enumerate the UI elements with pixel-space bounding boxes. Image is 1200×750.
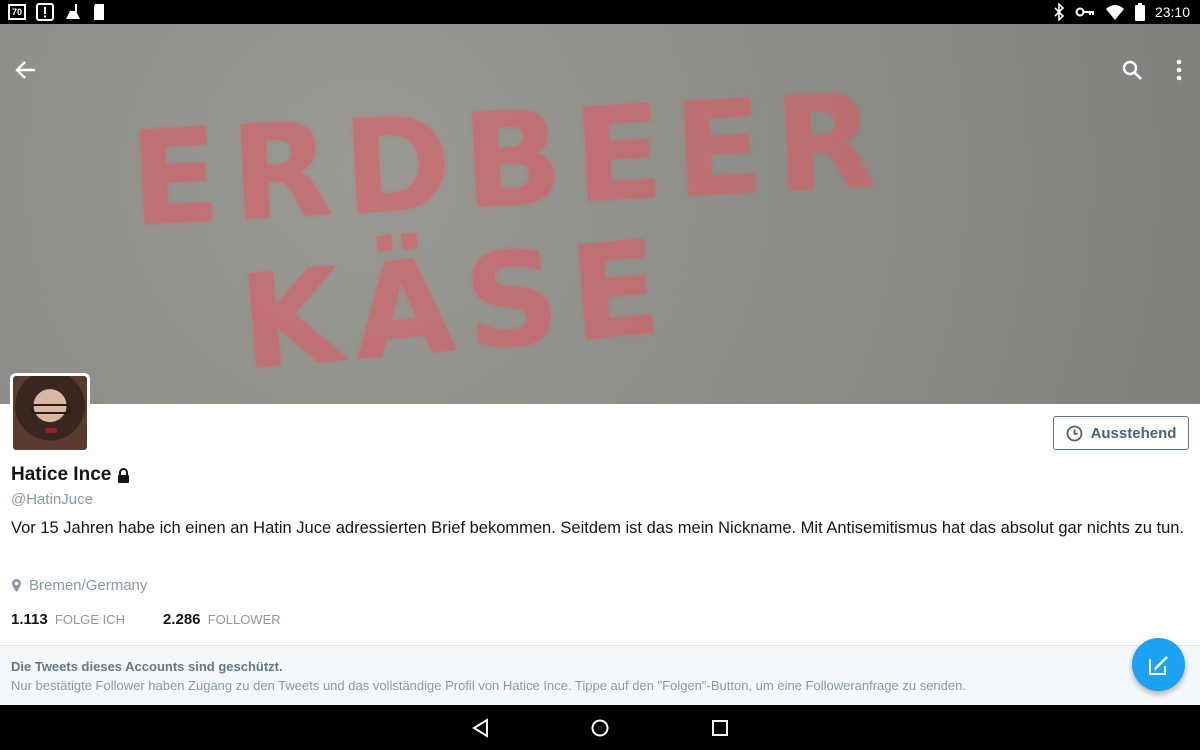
status-time: 23:10 bbox=[1154, 4, 1190, 20]
navigation-bar bbox=[0, 705, 1200, 750]
profile-name-row: Hatice Ince bbox=[11, 464, 130, 486]
search-icon bbox=[1122, 60, 1142, 80]
followers-label: FOLLOWER bbox=[207, 612, 281, 627]
alert-icon bbox=[36, 3, 54, 21]
profile-location-row: Bremen/Germany bbox=[11, 577, 147, 594]
status-bar-right: 23:10 bbox=[1053, 3, 1190, 21]
profile-stats: 1.113 FOLGE ICH 2.286 FOLLOWER bbox=[11, 611, 281, 628]
followers-stat[interactable]: 2.286 FOLLOWER bbox=[163, 611, 281, 628]
profile-handle: @HatinJuce bbox=[11, 491, 93, 508]
nav-home-button[interactable] bbox=[585, 713, 615, 743]
avatar[interactable] bbox=[10, 373, 90, 453]
wifi-icon bbox=[1105, 5, 1124, 20]
nav-recents-button[interactable] bbox=[705, 713, 735, 743]
cleaning-icon bbox=[66, 4, 80, 19]
bluetooth-icon bbox=[1054, 3, 1065, 21]
nav-home-icon bbox=[591, 719, 609, 737]
more-options-button[interactable] bbox=[1161, 52, 1197, 88]
protected-notice-title: Die Tweets dieses Accounts sind geschütz… bbox=[11, 659, 283, 674]
location-pin-icon bbox=[12, 579, 21, 592]
following-label: FOLGE ICH bbox=[54, 612, 125, 627]
arrow-left-icon bbox=[15, 61, 35, 79]
battery-icon bbox=[1134, 3, 1145, 21]
sd-card-icon bbox=[94, 4, 104, 20]
nav-back-icon bbox=[472, 718, 488, 738]
avatar-glasses bbox=[31, 404, 71, 414]
compose-icon bbox=[1148, 655, 1168, 675]
nav-recents-icon bbox=[712, 720, 728, 736]
pending-button-label: Ausstehend bbox=[1090, 424, 1177, 442]
lock-icon bbox=[118, 467, 130, 483]
following-count: 1.113 bbox=[11, 611, 48, 628]
avatar-lips bbox=[45, 428, 57, 433]
status-bar: 70 23:10 bbox=[0, 0, 1200, 24]
search-button[interactable] bbox=[1114, 52, 1150, 88]
clock-icon bbox=[1066, 425, 1082, 441]
nav-back-button[interactable] bbox=[465, 713, 495, 743]
pending-follow-button[interactable]: Ausstehend bbox=[1053, 416, 1189, 450]
vpn-key-icon bbox=[1075, 7, 1094, 17]
profile-name: Hatice Ince bbox=[11, 464, 112, 485]
following-stat[interactable]: 1.113 FOLGE ICH bbox=[11, 611, 125, 628]
profile-bio: Vor 15 Jahren habe ich einen an Hatin Ju… bbox=[11, 519, 1185, 537]
more-vertical-icon bbox=[1176, 59, 1182, 81]
followers-count: 2.286 bbox=[162, 611, 201, 628]
profile-location: Bremen/Germany bbox=[29, 577, 148, 594]
notification-box-icon: 70 bbox=[8, 4, 26, 20]
protected-account-notice: Die Tweets dieses Accounts sind geschütz… bbox=[0, 646, 1200, 705]
protected-notice-text: Nur bestätigte Follower haben Zugang zu … bbox=[11, 678, 966, 693]
compose-tweet-button[interactable] bbox=[1132, 638, 1185, 691]
profile-banner: ERDBEER KÄSE bbox=[0, 24, 1200, 404]
status-bar-left: 70 bbox=[8, 3, 106, 21]
back-button[interactable] bbox=[8, 52, 44, 88]
